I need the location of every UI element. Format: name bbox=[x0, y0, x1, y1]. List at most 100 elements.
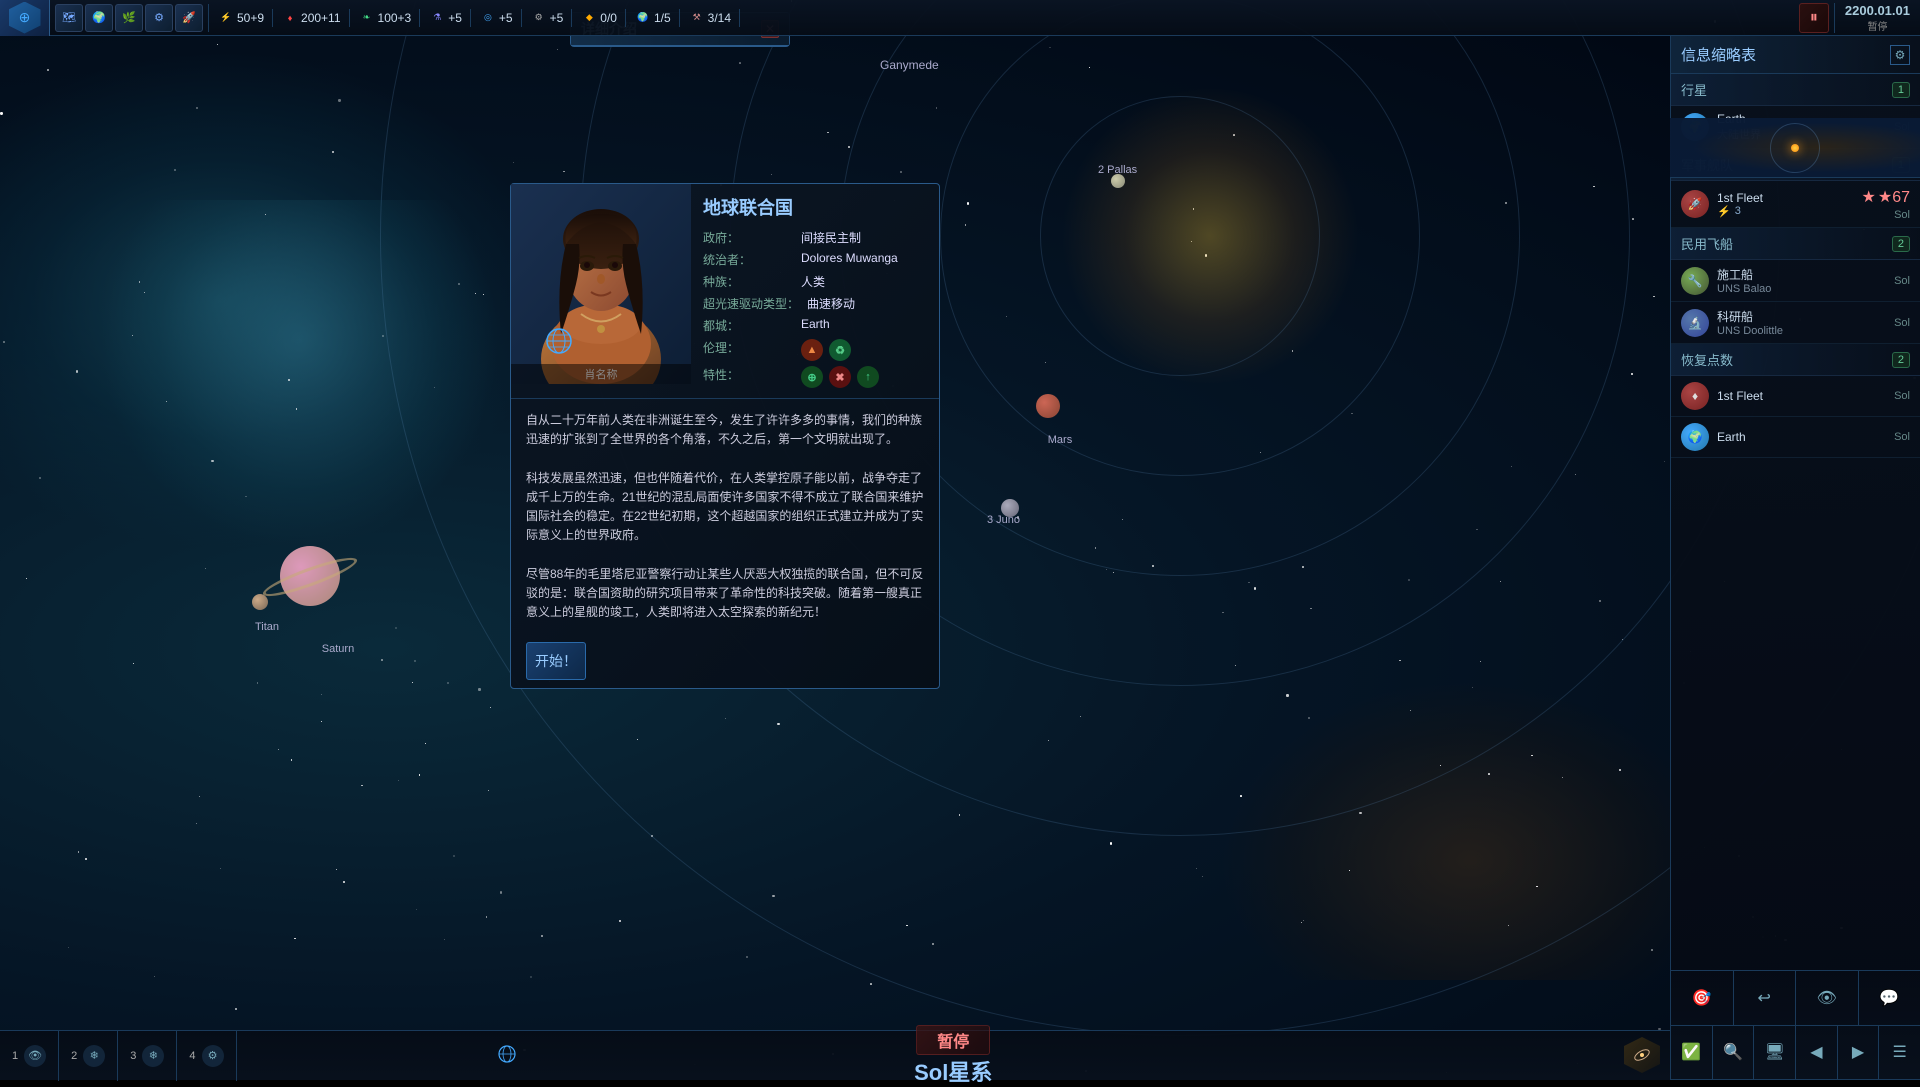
sol-hex-right[interactable] bbox=[1624, 1037, 1660, 1073]
planets-section-label: 行星 bbox=[1681, 80, 1707, 99]
center-bottom: 暂停 Sol星系 bbox=[237, 1025, 1671, 1087]
research-resource: ⚗ +5 bbox=[420, 9, 471, 27]
tab-num-2: 2 bbox=[71, 1050, 77, 1062]
prev-btn[interactable]: ◀ bbox=[1796, 1026, 1838, 1080]
sys-tab-3[interactable]: 3 ❄ bbox=[118, 1031, 177, 1081]
start-game-button[interactable]: 开始！ bbox=[526, 642, 586, 680]
faction-name: 地球联合国 bbox=[703, 194, 927, 220]
top-bar: ⊕ 🗺 🌍 🌿 ⚙ 🚀 ⚡ 50+9 ♦ 200+11 ❧ 100+3 ⚗ +5… bbox=[0, 0, 1920, 36]
empire-logo[interactable]: ⊕ bbox=[0, 0, 50, 36]
menu-btn[interactable]: ☰ bbox=[1879, 1026, 1920, 1080]
minerals-value: 200+11 bbox=[301, 11, 341, 25]
right-bottom-row-1: 🎯 ↩ 👁 💬 bbox=[1671, 971, 1920, 1026]
research-value: +5 bbox=[448, 11, 462, 25]
research-icon: ⚗ bbox=[428, 9, 446, 27]
fleet-power-val: 3 bbox=[1735, 205, 1741, 217]
un-logo bbox=[544, 326, 574, 356]
info-panel-title: 信息缩略表 ⚙ bbox=[1671, 36, 1920, 74]
influence-icon: ⚙ bbox=[530, 9, 548, 27]
tech-icon-btn[interactable]: ⚙ bbox=[145, 4, 173, 32]
mars-planet[interactable] bbox=[1036, 394, 1060, 418]
ftl-value: 曲速移动 bbox=[807, 295, 855, 312]
government-value: 间接民主制 bbox=[801, 229, 861, 246]
energy-icon: ⚡ bbox=[217, 9, 235, 27]
faction-portrait: 肖名称 bbox=[511, 184, 691, 384]
faction-panel[interactable]: 肖名称 地球联合国 政府： 间接民主制 统治者： Dolores Muwanga… bbox=[510, 183, 940, 689]
fleet-name: 1st Fleet bbox=[1717, 191, 1854, 205]
juno-planet[interactable] bbox=[1001, 499, 1019, 517]
sys-tab-4[interactable]: 4 ⚙ bbox=[177, 1031, 236, 1081]
ftl-label: 超光速驱动类型： bbox=[703, 295, 799, 312]
saturn-planet[interactable] bbox=[280, 546, 340, 606]
faction-info-section: 地球联合国 政府： 间接民主制 统治者： Dolores Muwanga 种族：… bbox=[691, 184, 939, 398]
construction-location: Sol bbox=[1894, 275, 1910, 287]
recovery-section-header: 恢复点数 2 bbox=[1671, 344, 1920, 376]
fleet-details: 1st Fleet ⚡ 3 bbox=[1717, 191, 1854, 218]
pause-status: 暂停 bbox=[1867, 18, 1887, 33]
recovery-fleet-item[interactable]: ♦ 1st Fleet Sol bbox=[1671, 376, 1920, 417]
civil-count: 2 bbox=[1892, 236, 1910, 252]
construction-details: 施工船 UNS Balao bbox=[1717, 266, 1886, 295]
energy-resource: ⚡ 50+9 bbox=[209, 9, 273, 27]
info-panel-settings[interactable]: ⚙ bbox=[1890, 45, 1910, 65]
undo-btn[interactable]: ↩ bbox=[1734, 971, 1797, 1025]
colony-icon-btn[interactable]: 🌍 bbox=[85, 4, 113, 32]
ethics-icon-1: ♻ bbox=[829, 339, 851, 361]
science-icon: 🔬 bbox=[1681, 309, 1709, 337]
science-details: 科研船 UNS Doolittle bbox=[1717, 308, 1886, 337]
trait-icon-2: ↑ bbox=[857, 366, 879, 388]
fleet-icon-btn[interactable]: 🚀 bbox=[175, 4, 203, 32]
energy-value: 50+9 bbox=[237, 11, 264, 25]
food-value: 100+3 bbox=[378, 11, 412, 25]
lore-para1: 自从二十万年前人类在非洲诞生至今，发生了许许多多的事情，我们的种族迅速的扩张到了… bbox=[526, 411, 924, 449]
recovery-fleet-name: 1st Fleet bbox=[1717, 389, 1886, 403]
sys-tab-1[interactable]: 1 👁 bbox=[0, 1031, 59, 1081]
minerals-icon: ♦ bbox=[281, 9, 299, 27]
tab-num-3: 3 bbox=[130, 1050, 136, 1062]
species-value: 人类 bbox=[801, 273, 825, 290]
minimap-orbit bbox=[1770, 123, 1820, 173]
zoom-btn[interactable]: 🔍 bbox=[1713, 1026, 1755, 1080]
galaxy-icon bbox=[1632, 1045, 1652, 1065]
construction-icon: 🔧 bbox=[1681, 267, 1709, 295]
capital-value: Earth bbox=[801, 317, 830, 334]
science-ship-item[interactable]: 🔬 科研船 UNS Doolittle Sol bbox=[1671, 302, 1920, 344]
right-bottom-row-2: ✅ 🔍 🖥 ◀ ▶ ☰ bbox=[1671, 1026, 1920, 1081]
map-icon-btn[interactable]: 🗺 bbox=[55, 4, 83, 32]
view-btn[interactable]: 👁 bbox=[1796, 971, 1859, 1025]
titan-planet[interactable] bbox=[252, 594, 268, 610]
ethics-icon-0: ▲ bbox=[801, 339, 823, 361]
target-btn[interactable]: 🎯 bbox=[1671, 971, 1734, 1025]
pallas-planet[interactable] bbox=[1111, 174, 1125, 188]
date-value: 2200.01.01 bbox=[1845, 3, 1910, 18]
science-name: UNS Doolittle bbox=[1717, 325, 1886, 337]
portrait-label: 肖名称 bbox=[511, 364, 691, 384]
trade-value: 0/0 bbox=[600, 11, 617, 25]
recovery-earth-details: Earth bbox=[1717, 430, 1886, 444]
info-panel: 信息缩略表 ⚙ 行星 1 🌍 Earth 大陆世界 Sol 军事舰队 1 🚀 1… bbox=[1670, 36, 1920, 1080]
sys-tab-2[interactable]: 2 ❄ bbox=[59, 1031, 118, 1081]
civil-section-label: 民用飞船 bbox=[1681, 234, 1733, 253]
sol-hex-left[interactable] bbox=[490, 1037, 526, 1073]
government-label: 政府： bbox=[703, 229, 793, 246]
nature-icon-btn[interactable]: 🌿 bbox=[115, 4, 143, 32]
confirm-btn[interactable]: ✅ bbox=[1671, 1026, 1713, 1080]
next-btn[interactable]: ▶ bbox=[1838, 1026, 1880, 1080]
construction-ship-item[interactable]: 🔧 施工船 UNS Balao Sol bbox=[1671, 260, 1920, 302]
chat-btn[interactable]: 💬 bbox=[1859, 971, 1920, 1025]
fleet-combat-icon: ⚡ bbox=[1717, 205, 1731, 218]
tab-icon-3: ❄ bbox=[142, 1045, 164, 1067]
naval-capacity-value: 3/14 bbox=[708, 11, 731, 25]
display-btn[interactable]: 🖥 bbox=[1754, 1026, 1796, 1080]
civil-section-header: 民用飞船 2 bbox=[1671, 228, 1920, 260]
tab-icon-2: ❄ bbox=[83, 1045, 105, 1067]
fleet-item[interactable]: 🚀 1st Fleet ⚡ 3 ★ ★67 Sol bbox=[1671, 181, 1920, 228]
pause-button[interactable]: ⏸ bbox=[1799, 3, 1829, 33]
recovery-earth-item[interactable]: 🌍 Earth Sol bbox=[1671, 417, 1920, 458]
trait-icon-1: ✖ bbox=[829, 366, 851, 388]
sol-globe-icon bbox=[497, 1044, 517, 1064]
recovery-earth-location: Sol bbox=[1894, 431, 1910, 443]
traits-row: 特性： ⊕ ✖ ↑ bbox=[703, 366, 927, 388]
trade-resource: ◆ 0/0 bbox=[572, 9, 626, 27]
traits-label: 特性： bbox=[703, 366, 793, 388]
